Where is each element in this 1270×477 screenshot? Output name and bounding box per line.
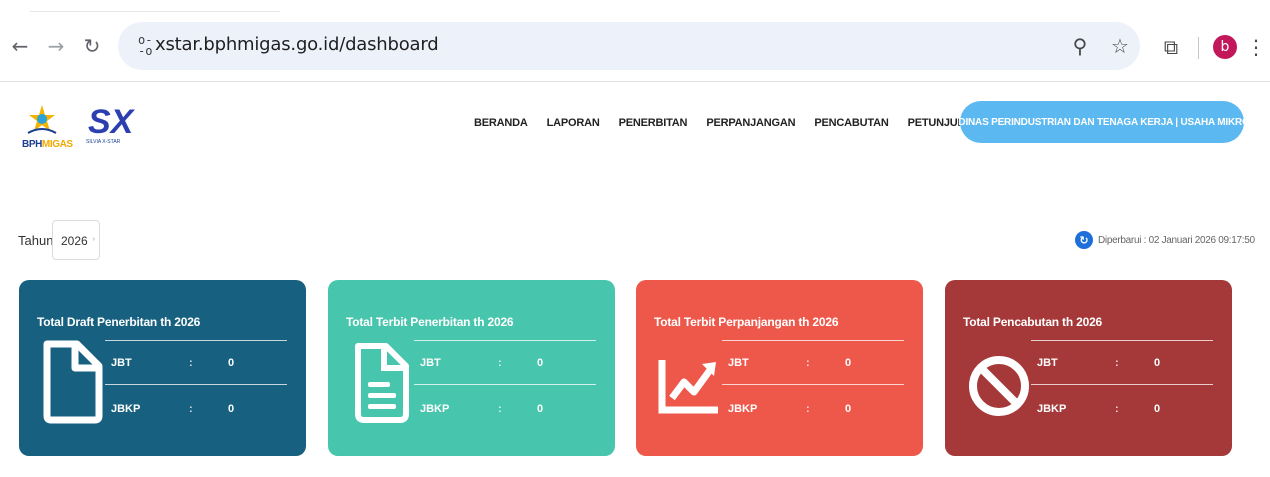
year-filter-label: Tahun bbox=[18, 233, 54, 248]
profile-button[interactable]: b bbox=[1211, 34, 1239, 60]
card-title: Total Terbit Perpanjangan th 2026 bbox=[654, 315, 839, 329]
year-select[interactable]: 2026 › bbox=[52, 220, 100, 260]
reload-icon[interactable]: ↻ bbox=[80, 34, 104, 58]
address-bar[interactable]: o- -o xstar.bphmigas.go.id/dashboard ⚲ ☆ bbox=[118, 22, 1140, 70]
refresh-icon[interactable]: ↻ bbox=[1075, 231, 1093, 249]
bookmark-star-icon[interactable]: ☆ bbox=[1108, 34, 1132, 58]
zoom-icon[interactable]: ⚲ bbox=[1068, 34, 1092, 58]
nav-pencabutan[interactable]: PENCABUTAN bbox=[814, 117, 888, 129]
card-title: Total Pencabutan th 2026 bbox=[963, 315, 1103, 329]
tab-strip bbox=[0, 0, 1270, 12]
nav-perpanjangan[interactable]: PERPANJANGAN bbox=[706, 117, 795, 129]
active-tab[interactable] bbox=[30, 0, 280, 12]
bphmigas-wordmark: BPHMIGAS bbox=[22, 139, 73, 150]
year-select-value: 2026 bbox=[61, 234, 88, 248]
card-divider bbox=[1031, 340, 1213, 341]
document-text-icon bbox=[355, 343, 409, 423]
card-divider bbox=[414, 340, 596, 341]
menu-kebab-icon[interactable]: ⋮ bbox=[1246, 34, 1266, 60]
trend-chart-icon bbox=[658, 360, 718, 414]
user-account-button[interactable]: DINAS PERINDUSTRIAN DAN TENAGA KERJA | U… bbox=[958, 101, 1250, 143]
browser-toolbar: ← → ↻ o- -o xstar.bphmigas.go.id/dashboar… bbox=[0, 12, 1270, 82]
sx-logo-mark: SX bbox=[88, 103, 136, 141]
forward-arrow-icon[interactable]: → bbox=[44, 34, 68, 58]
url-text[interactable]: xstar.bphmigas.go.id/dashboard bbox=[155, 34, 439, 55]
back-arrow-icon[interactable]: ← bbox=[8, 34, 32, 58]
card-divider bbox=[105, 384, 287, 385]
user-account-label: DINAS PERINDUSTRIAN DAN TENAGA KERJA | U… bbox=[958, 116, 1250, 128]
card-draft-penerbitan[interactable]: Total Draft Penerbitan th 2026 JBT:0 JBK… bbox=[19, 280, 306, 456]
bphmigas-logo[interactable]: BPHMIGAS bbox=[22, 103, 73, 151]
card-title: Total Terbit Penerbitan th 2026 bbox=[346, 315, 514, 329]
select-caret-icon: › bbox=[92, 236, 95, 243]
last-updated-text: Diperbarui : 02 Januari 2026 09:17:50 bbox=[1098, 235, 1255, 246]
site-header: BPHMIGAS SX SILVIA X-STAR BERANDA LAPORA… bbox=[0, 83, 1270, 163]
document-icon bbox=[43, 340, 103, 424]
card-terbit-perpanjangan[interactable]: Total Terbit Perpanjangan th 2026 JBT:0 … bbox=[636, 280, 923, 456]
card-divider bbox=[722, 384, 904, 385]
bphmigas-star-icon bbox=[27, 105, 57, 134]
card-pencabutan[interactable]: Total Pencabutan th 2026 JBT:0 JBKP:0 bbox=[945, 280, 1232, 456]
card-terbit-penerbitan[interactable]: Total Terbit Penerbitan th 2026 JBT:0 JB… bbox=[328, 280, 615, 456]
svg-text:SX: SX bbox=[88, 103, 136, 139]
nav-beranda[interactable]: BERANDA bbox=[474, 117, 528, 129]
toolbar-separator bbox=[1198, 37, 1199, 59]
silvia-xstar-logo[interactable]: SX SILVIA X-STAR bbox=[86, 103, 146, 158]
sx-logo-subtitle: SILVIA X-STAR bbox=[86, 139, 121, 145]
avatar: b bbox=[1213, 35, 1237, 59]
extensions-icon[interactable]: ⧉ bbox=[1158, 34, 1184, 60]
nav-laporan[interactable]: LAPORAN bbox=[547, 117, 600, 129]
card-divider bbox=[722, 340, 904, 341]
card-divider bbox=[1031, 384, 1213, 385]
nav-penerbitan[interactable]: PENERBITAN bbox=[619, 117, 688, 129]
card-divider bbox=[105, 340, 287, 341]
ban-icon bbox=[969, 356, 1029, 416]
card-divider bbox=[414, 384, 596, 385]
card-title: Total Draft Penerbitan th 2026 bbox=[37, 315, 201, 329]
